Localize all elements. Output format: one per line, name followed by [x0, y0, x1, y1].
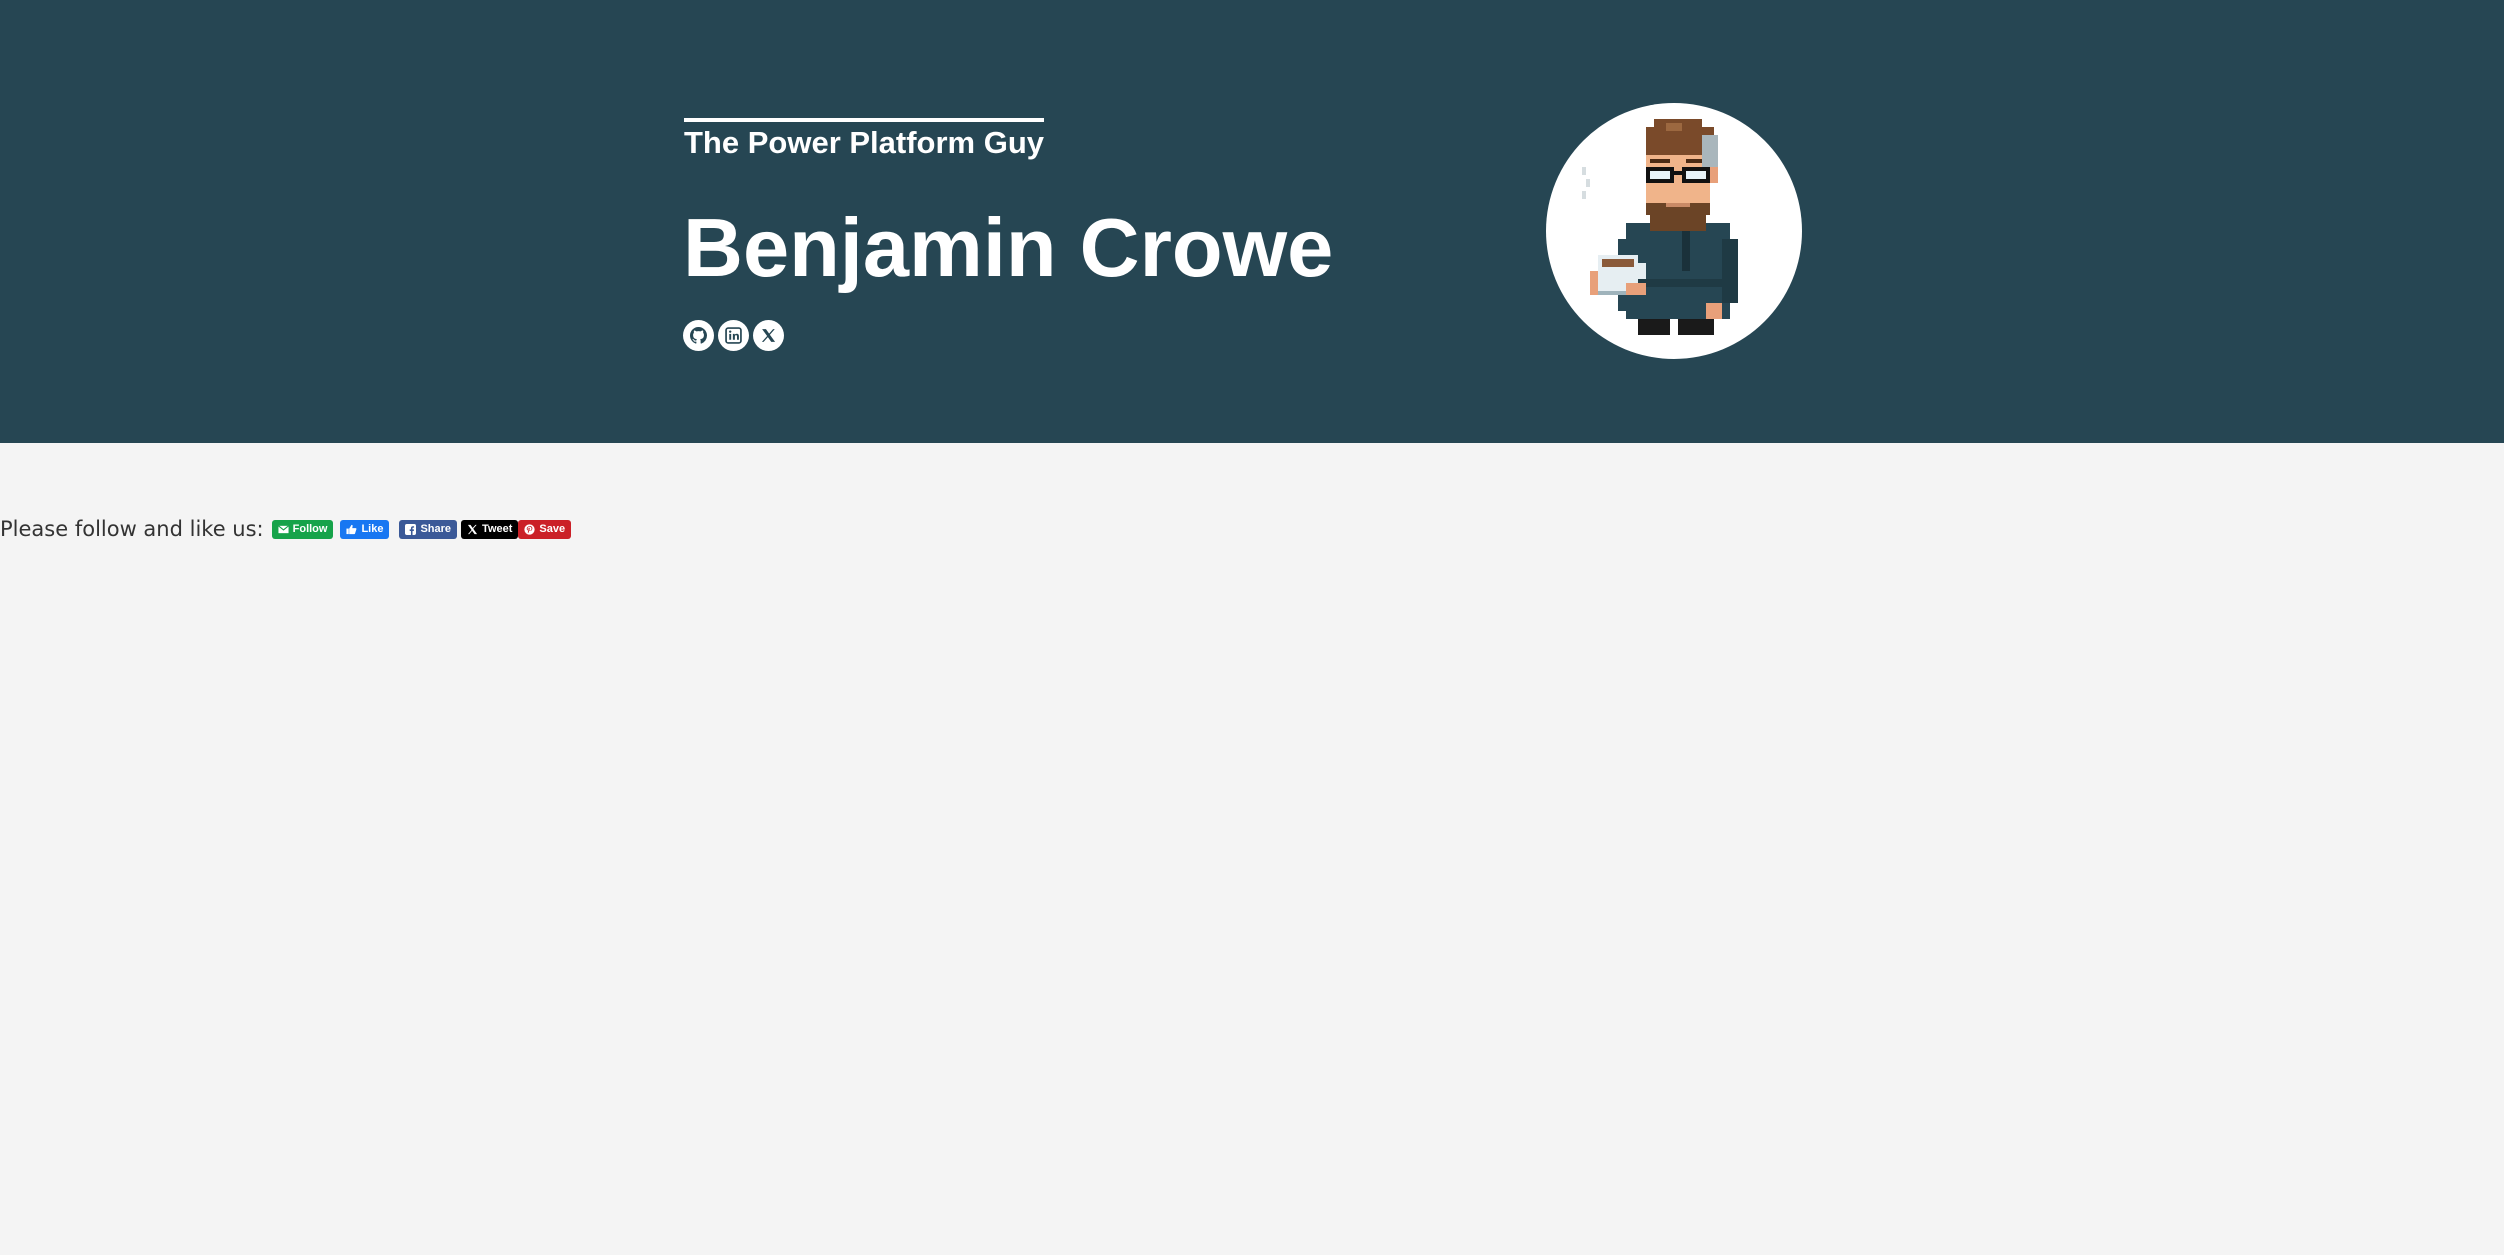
github-icon [690, 327, 707, 344]
email-icon [277, 524, 289, 533]
author-name: Benjamin Crowe [683, 201, 1334, 294]
pinterest-save-button[interactable]: Save [518, 519, 572, 539]
hero-banner: The Power Platform Guy Benjamin Crowe [0, 0, 2504, 443]
x-icon [467, 524, 478, 534]
like-button[interactable]: Like [340, 519, 390, 539]
thumbs-up-icon [346, 524, 357, 534]
facebook-icon [405, 523, 417, 535]
follow-button-label: Follow [292, 523, 328, 535]
follow-button[interactable]: Follow [271, 519, 334, 539]
social-links [683, 320, 784, 352]
github-link[interactable] [683, 320, 714, 351]
facebook-share-button[interactable]: Share [399, 519, 458, 539]
tweet-button[interactable]: Tweet [461, 519, 519, 539]
save-button-label: Save [539, 523, 566, 535]
share-bar-label: Please follow and like us: [0, 517, 264, 541]
pixel-avatar-icon [1582, 119, 1738, 335]
site-tagline: The Power Platform Guy [684, 118, 1045, 164]
linkedin-link[interactable] [718, 320, 749, 351]
like-button-label: Like [361, 523, 384, 535]
share-button-label: Share [420, 523, 452, 535]
x-icon [761, 329, 776, 342]
tweet-button-label: Tweet [482, 523, 513, 535]
share-bar: Please follow and like us: Follow Like S… [0, 514, 572, 544]
linkedin-icon [725, 327, 742, 344]
pinterest-icon [524, 523, 536, 535]
x-link[interactable] [753, 320, 784, 351]
avatar [1546, 103, 1802, 359]
